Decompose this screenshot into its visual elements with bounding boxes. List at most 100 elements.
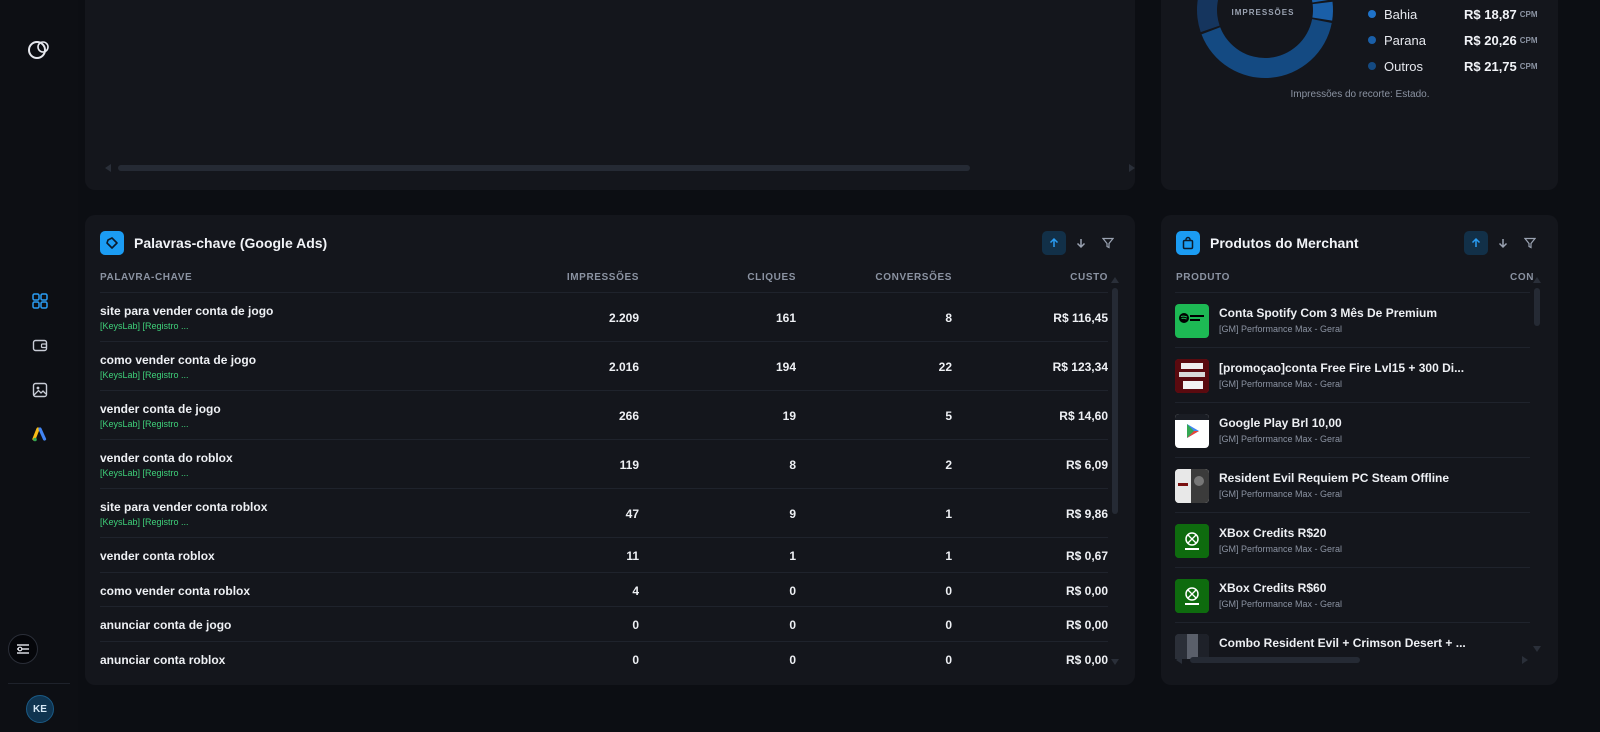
legend-name: Parana <box>1384 32 1426 48</box>
product-row[interactable]: Resident Evil Requiem PC Steam Offline [… <box>1175 457 1530 513</box>
sort-desc-button[interactable] <box>1069 231 1093 255</box>
product-row[interactable]: Combo Resident Evil + Crimson Desert + .… <box>1175 622 1530 659</box>
donut-center-label: IMPRESSÕES <box>1231 8 1295 17</box>
google-play-thumb <box>1175 414 1209 448</box>
image-icon[interactable] <box>30 380 50 400</box>
table-row[interactable]: como vender conta roblox 4 0 0 R$ 0,00 <box>100 572 1108 607</box>
campaign-link[interactable]: [KeysLab] [Registro ... <box>100 419 189 429</box>
product-row[interactable]: XBox Credits R$20 [GM] Performance Max -… <box>1175 512 1530 568</box>
legend-value: R$ 20,26 <box>1464 32 1517 48</box>
legend-name: Bahia <box>1384 6 1418 22</box>
conversions-cell: 0 <box>945 618 952 632</box>
legend-row: Bahia R$ 18,87 CPM <box>1368 6 1538 22</box>
product-campaign: [GM] Performance Max - Geral <box>1219 324 1343 334</box>
keyword-tag-icon <box>100 231 124 255</box>
shopping-bag-icon <box>1176 231 1200 255</box>
clicks-cell: 9 <box>789 507 796 521</box>
dashboard-grid-icon[interactable] <box>30 291 50 311</box>
keyword-text: anunciar conta de jogo <box>100 618 232 632</box>
cost-cell: R$ 0,00 <box>1065 584 1108 598</box>
scrollbar-thumb[interactable] <box>118 165 970 171</box>
cost-cell: R$ 0,67 <box>1065 549 1108 563</box>
sort-desc-button[interactable] <box>1491 231 1515 255</box>
legend-unit: CPM <box>1519 35 1538 45</box>
vertical-scrollbar-thumb[interactable] <box>1534 288 1540 326</box>
table-row[interactable]: anunciar conta de jogo 0 0 0 R$ 0,00 <box>100 606 1108 641</box>
scroll-down-icon[interactable] <box>1111 659 1119 665</box>
product-row[interactable]: [promoçao]conta Free Fire Lvl15 + 300 Di… <box>1175 347 1530 403</box>
product-row[interactable]: Google Play Brl 10,00 [GM] Performance M… <box>1175 402 1530 458</box>
scroll-up-icon[interactable] <box>1111 277 1119 283</box>
column-header-clicks[interactable]: CLIQUES <box>700 272 796 283</box>
column-header-impressions[interactable]: IMPRESSÕES <box>540 272 639 283</box>
keywords-title: Palavras-chave (Google Ads) <box>134 235 328 251</box>
scroll-down-icon[interactable] <box>1533 646 1541 652</box>
campaign-link[interactable]: [KeysLab] [Registro ... <box>100 517 189 527</box>
spotify-thumb <box>1175 304 1209 338</box>
scroll-left-icon[interactable] <box>1176 656 1182 664</box>
impressions-cell: 4 <box>632 584 639 598</box>
product-row[interactable]: Conta Spotify Com 3 Mês De Premium [GM] … <box>1175 292 1530 348</box>
top-chart-card <box>85 0 1135 190</box>
cost-cell: R$ 0,00 <box>1065 618 1108 632</box>
legend-unit: CPM <box>1519 9 1538 19</box>
table-row[interactable]: vender conta de jogo [KeysLab] [Registro… <box>100 390 1108 440</box>
google-ads-icon[interactable] <box>30 425 50 445</box>
scroll-up-icon[interactable] <box>1533 277 1541 283</box>
vertical-scrollbar-thumb[interactable] <box>1112 288 1118 514</box>
product-campaign: [GM] Performance Max - Geral <box>1219 379 1343 389</box>
column-header-conversions[interactable]: CONVERSÕES <box>850 272 952 283</box>
scroll-left-icon[interactable] <box>105 164 111 172</box>
campaign-link[interactable]: [KeysLab] [Registro ... <box>100 468 189 478</box>
horizontal-scrollbar[interactable] <box>105 164 1135 172</box>
scroll-right-icon[interactable] <box>1129 164 1135 172</box>
clicks-cell: 19 <box>782 409 796 423</box>
filter-settings-button[interactable] <box>8 634 38 664</box>
cost-cell: R$ 9,86 <box>1065 507 1108 521</box>
conversions-cell: 22 <box>938 360 952 374</box>
product-row[interactable]: XBox Credits R$60 [GM] Performance Max -… <box>1175 567 1530 623</box>
table-row[interactable]: anunciar conta roblox 0 0 0 R$ 0,00 <box>100 641 1108 676</box>
table-row[interactable]: como vender conta de jogo [KeysLab] [Reg… <box>100 341 1108 391</box>
impressions-cell: 47 <box>625 507 639 521</box>
sort-asc-button[interactable] <box>1042 231 1066 255</box>
keyword-text: como vender conta de jogo <box>100 353 257 367</box>
clicks-cell: 0 <box>789 584 796 598</box>
column-header-product[interactable]: PRODUTO <box>1176 272 1230 283</box>
column-header-keyword[interactable]: PALAVRA-CHAVE <box>100 272 192 283</box>
table-row[interactable]: vender conta do roblox [KeysLab] [Regist… <box>100 439 1108 489</box>
conversions-cell: 1 <box>945 549 952 563</box>
avatar[interactable]: KE <box>26 695 54 723</box>
product-name: Conta Spotify Com 3 Mês De Premium <box>1219 306 1438 320</box>
keyword-text: como vender conta roblox <box>100 584 251 598</box>
product-name: [promoçao]conta Free Fire Lvl15 + 300 Di… <box>1219 361 1465 375</box>
donut-segment[interactable] <box>1312 1 1333 21</box>
table-row[interactable]: vender conta roblox 11 1 1 R$ 0,67 <box>100 537 1108 572</box>
table-row[interactable]: site para vender conta de jogo [KeysLab]… <box>100 292 1108 342</box>
filter-button[interactable] <box>1518 231 1542 255</box>
cost-cell: R$ 123,34 <box>1052 360 1108 374</box>
sort-asc-button[interactable] <box>1464 231 1488 255</box>
legend-row: Outros R$ 21,75 CPM <box>1368 58 1538 74</box>
keyword-text: anunciar conta roblox <box>100 653 226 667</box>
impressions-cell: 2.016 <box>608 360 639 374</box>
clicks-cell: 1 <box>789 549 796 563</box>
legend-value: R$ 18,87 <box>1464 6 1517 22</box>
cost-cell: R$ 14,60 <box>1059 409 1108 423</box>
donut-segment[interactable] <box>1308 0 1332 3</box>
campaign-link[interactable]: [KeysLab] [Registro ... <box>100 370 189 380</box>
wallet-icon[interactable] <box>30 335 50 355</box>
filter-button[interactable] <box>1096 231 1120 255</box>
xbox-thumb <box>1175 524 1209 558</box>
legend-dot <box>1368 36 1376 44</box>
cost-cell: R$ 116,45 <box>1053 311 1108 325</box>
scrollbar-thumb[interactable] <box>1190 657 1360 663</box>
sidebar: KE <box>0 0 78 732</box>
column-header-cost[interactable]: CUSTO <box>1040 272 1108 283</box>
scroll-right-icon[interactable] <box>1522 656 1528 664</box>
campaign-link[interactable]: [KeysLab] [Registro ... <box>100 321 189 331</box>
horizontal-scrollbar[interactable] <box>1176 656 1528 664</box>
table-row[interactable]: site para vender conta roblox [KeysLab] … <box>100 488 1108 538</box>
product-campaign: [GM] Performance Max - Geral <box>1219 544 1343 554</box>
logo-icon[interactable] <box>27 37 51 61</box>
